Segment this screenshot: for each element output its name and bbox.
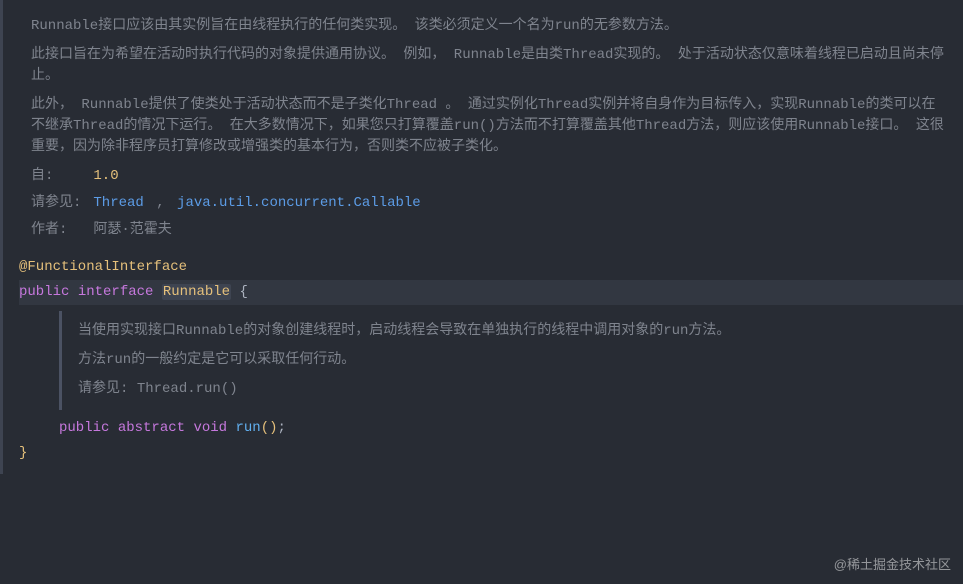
see-also-row: 请参见: Thread , java.util.concurrent.Calla… bbox=[31, 193, 947, 214]
doc-paragraph: 此外， Runnable提供了使类处于活动状态而不是子类化Thread 。 通过… bbox=[31, 95, 947, 158]
author-label: 作者: bbox=[31, 220, 85, 241]
doc-paragraph: 此接口旨在为希望在活动时执行代码的对象提供通用协议。 例如， Runnable是… bbox=[31, 45, 947, 87]
type-runnable: Runnable bbox=[162, 284, 231, 300]
method-javadoc: 当使用实现接口Runnable的对象创建线程时，启动线程会导致在单独执行的线程中… bbox=[59, 311, 963, 410]
semicolon: ; bbox=[278, 420, 286, 436]
author-row: 作者: 阿瑟·范霍夫 bbox=[31, 220, 947, 241]
see-link-thread[interactable]: Thread bbox=[93, 195, 143, 211]
doc-paragraph: 方法run的一般约定是它可以采取任何行动。 bbox=[78, 350, 943, 371]
since-row: 自: 1.0 bbox=[31, 166, 947, 187]
keyword-public: public bbox=[19, 284, 69, 300]
keyword-interface: interface bbox=[78, 284, 154, 300]
interface-declaration-line: public interface Runnable { bbox=[19, 280, 963, 305]
class-javadoc: Runnable接口应该由其实例旨在由线程执行的任何类实现。 该类必须定义一个名… bbox=[11, 8, 963, 255]
watermark: @稀土掘金技术社区 bbox=[834, 555, 951, 575]
method-run: run bbox=[235, 420, 260, 436]
code-area[interactable]: @FunctionalInterface public interface Ru… bbox=[11, 255, 963, 466]
method-declaration-line: public abstract void run(); bbox=[19, 416, 963, 441]
keyword-public: public bbox=[59, 420, 109, 436]
since-label: 自: bbox=[31, 166, 85, 187]
code-container: Runnable接口应该由其实例旨在由线程执行的任何类实现。 该类必须定义一个名… bbox=[0, 0, 963, 474]
see-link-callable[interactable]: java.util.concurrent.Callable bbox=[177, 195, 421, 211]
see-link-thread-run[interactable]: Thread.run() bbox=[137, 381, 238, 397]
keyword-abstract: abstract bbox=[118, 420, 185, 436]
brace-close: } bbox=[19, 445, 27, 461]
see-also-row: 请参见: Thread.run() bbox=[78, 379, 943, 400]
doc-paragraph: Runnable接口应该由其实例旨在由线程执行的任何类实现。 该类必须定义一个名… bbox=[31, 16, 947, 37]
brace-open: { bbox=[239, 284, 247, 300]
annotation-line: @FunctionalInterface bbox=[19, 255, 963, 280]
author-value: 阿瑟·范霍夫 bbox=[93, 222, 171, 238]
keyword-void: void bbox=[193, 420, 227, 436]
separator: , bbox=[156, 195, 164, 211]
closing-brace-line: } bbox=[19, 441, 963, 466]
annotation-functionalinterface: @FunctionalInterface bbox=[19, 259, 187, 275]
since-value: 1.0 bbox=[93, 168, 118, 184]
doc-paragraph: 当使用实现接口Runnable的对象创建线程时，启动线程会导致在单独执行的线程中… bbox=[78, 321, 943, 342]
see-label: 请参见: bbox=[31, 193, 85, 214]
parentheses: () bbox=[261, 420, 278, 436]
see-label: 请参见: bbox=[78, 381, 128, 397]
